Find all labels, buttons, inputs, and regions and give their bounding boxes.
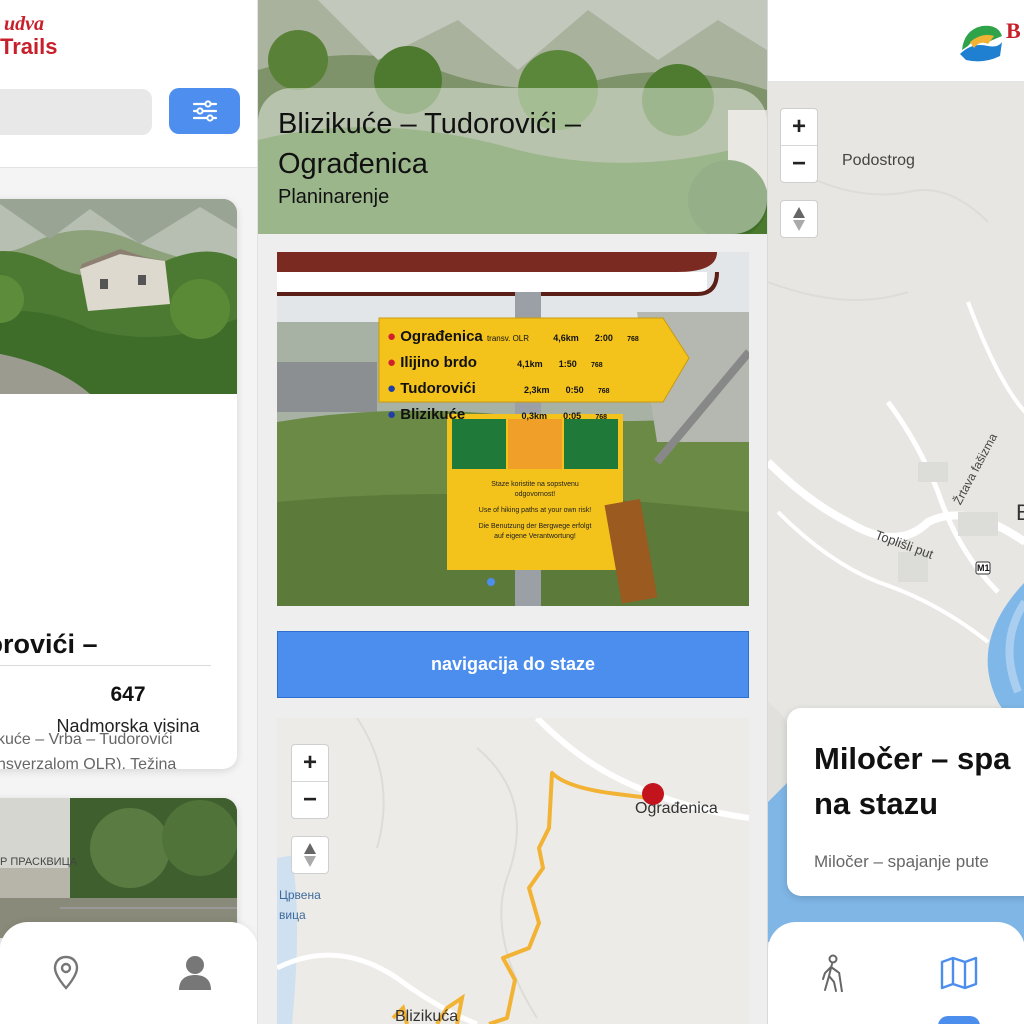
filter-button[interactable] — [169, 88, 240, 134]
trail-card[interactable]: Р ПРАСКВИЦА — [0, 798, 237, 938]
trail-title: Blizikuće – Tudorovići – Ograđenica — [278, 108, 582, 180]
compass-icon — [793, 207, 805, 231]
map-zoom-control: + − — [780, 108, 818, 183]
sliders-icon — [192, 100, 217, 122]
bottom-navigation — [0, 922, 257, 1024]
red-dot-icon: ● — [387, 354, 397, 371]
blue-dot-icon: ● — [387, 406, 397, 423]
zoom-in-button[interactable]: + — [292, 745, 328, 781]
trail-title: Miločer – spa na stazu — [814, 741, 1011, 821]
compass-button[interactable] — [780, 200, 818, 238]
compass-button[interactable] — [291, 836, 329, 874]
road-badge: M1 — [977, 563, 990, 573]
trail-detail-screen: Blizikuće – Tudorovići – Ograđenica Plan… — [258, 0, 767, 1024]
trail-sign-photo[interactable]: ● Ograđenica transv. OLR 4,6km 2:00 768 … — [277, 252, 749, 606]
map-canvas — [277, 718, 749, 1024]
sign-text: Р ПРАСКВИЦА — [0, 856, 78, 868]
map-label-edge: B — [1016, 500, 1024, 526]
trail-info-card[interactable]: Miločer – spa na stazu Miločer – spajanj… — [787, 708, 1024, 896]
signpost-row: ● Ograđenica transv. OLR 4,6km 2:00 768 — [387, 328, 639, 345]
hiker-icon[interactable] — [816, 954, 846, 994]
trail-photo — [0, 199, 237, 394]
app-header: udva Trails — [0, 0, 257, 168]
map-label-end: Ograđenica — [635, 800, 718, 817]
trail-subtitle: Miločer – spajanje pute — [814, 852, 989, 871]
signpost-photo — [277, 252, 749, 606]
red-dot-icon: ● — [387, 328, 397, 345]
trail-category: Planinarenje — [278, 186, 390, 208]
map-label-start: Blizikuća — [395, 1008, 459, 1024]
map-screen: Podostrog Toplišli put Žrtava fašizma M1… — [767, 0, 1024, 1024]
zoom-out-button[interactable]: − — [292, 782, 328, 818]
app-header: B — [768, 0, 1024, 82]
location-pin-icon[interactable] — [53, 955, 79, 991]
warning-text: Staze koristite na sopstvenu odgovornost… — [478, 481, 592, 540]
zoom-in-button[interactable]: + — [781, 109, 817, 145]
signpost-row: ● Ilijino brdo 4,1km 1:50 768 — [387, 354, 603, 371]
signpost-row: ● Tudorovići 2,3km 0:50 768 — [387, 380, 610, 397]
trail-photo — [0, 798, 237, 938]
trail-list-screen: udva Trails rovići – kuće – Vrba – Tudor… — [0, 0, 258, 1024]
map-zoom-control: + − — [291, 744, 329, 819]
compass-icon — [304, 843, 316, 867]
trail-map[interactable]: + − Ograđenica Blizikuća Црвена вица — [277, 718, 749, 1024]
elevation-label: Nadmorska visina — [56, 716, 200, 736]
map-label-podostrog: Podostrog — [842, 152, 915, 169]
divider — [0, 665, 211, 666]
profile-icon[interactable] — [178, 955, 212, 991]
app-logo-icon — [960, 25, 1002, 62]
app-screenshots-collage: udva Trails rovići – kuće – Vrba – Tudor… — [0, 0, 1024, 1024]
hero-header: Blizikuće – Tudorovići – Ograđenica Plan… — [258, 0, 767, 234]
navigate-to-trail-button[interactable]: navigacija do staze — [277, 631, 749, 698]
map-label-water: вица — [279, 908, 306, 922]
signpost-rows: ● Ograđenica transv. OLR 4,6km 2:00 768 … — [387, 325, 687, 429]
bottom-navigation — [768, 922, 1024, 1024]
app-logo-text: B — [1006, 18, 1021, 43]
map-icon[interactable] — [940, 956, 978, 990]
signpost-row: ● Blizikuće 0,3km 0:05 768 — [387, 406, 608, 423]
trail-title: dorovići – — [0, 629, 98, 659]
search-input[interactable] — [0, 89, 152, 135]
zoom-out-button[interactable]: − — [781, 146, 817, 182]
blue-dot-icon: ● — [387, 380, 397, 397]
elevation-value: 647 — [110, 683, 146, 706]
app-logo: udva Trails — [0, 13, 58, 59]
map-label-water: Црвена — [279, 888, 321, 902]
active-indicator — [938, 1016, 980, 1024]
